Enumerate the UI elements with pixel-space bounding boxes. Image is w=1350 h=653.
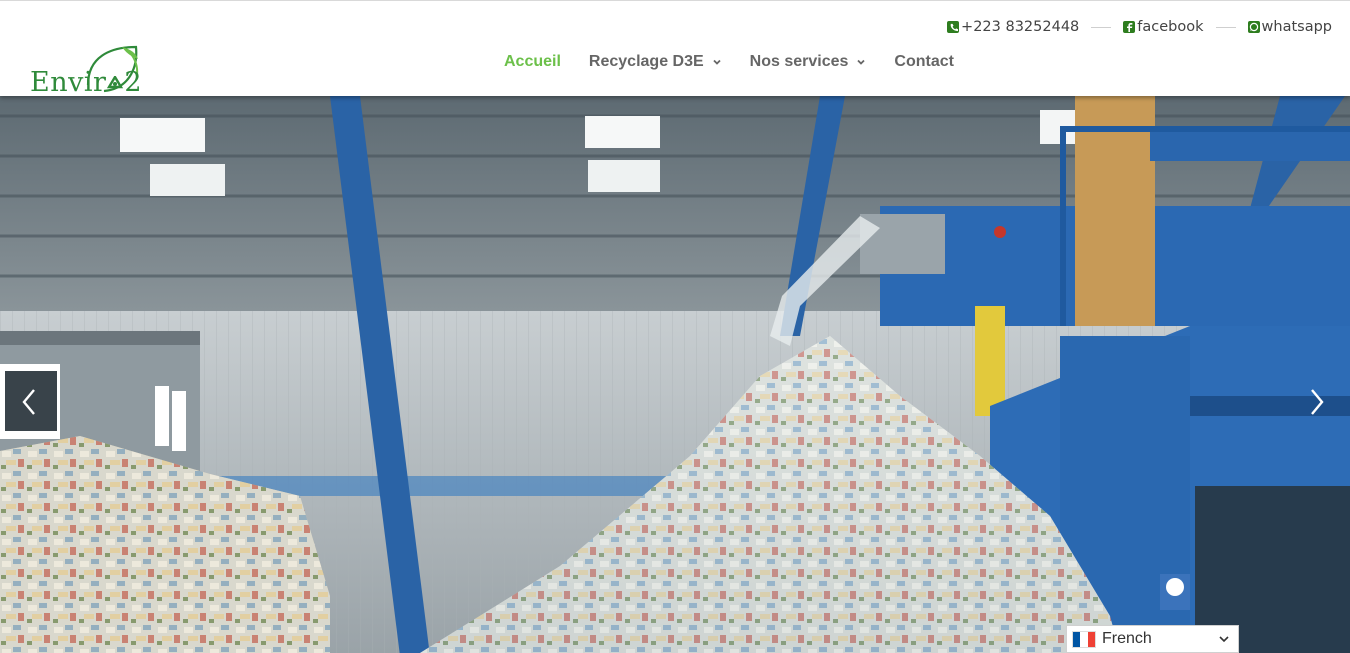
recycle-icon [107, 74, 124, 89]
recycling-warehouse-photo [0, 96, 1350, 653]
topbar-divider [1215, 26, 1236, 28]
hero-slider [0, 96, 1350, 653]
facebook-label: facebook [1137, 19, 1204, 35]
chevron-left-icon[interactable] [16, 384, 44, 420]
facebook-link[interactable]: facebook [1123, 19, 1204, 35]
nav-label: Nos services [749, 53, 849, 70]
chevron-down-icon [713, 59, 721, 65]
chevron-right-icon[interactable] [1302, 384, 1330, 420]
topbar-divider [1091, 26, 1112, 28]
chevron-down-icon [857, 59, 866, 65]
site-header: Envir 2 +223 83252448 facebook whatsapp … [0, 0, 1350, 96]
nav-label: Accueil [504, 53, 561, 70]
facebook-icon [1123, 21, 1136, 33]
whatsapp-label: whatsapp [1261, 19, 1332, 35]
nav-item-contact[interactable]: Contact [880, 53, 968, 71]
nav-label: Contact [894, 53, 954, 70]
phone-number: +223 83252448 [961, 19, 1080, 35]
logo-wordmark: Envir 2 [30, 69, 142, 96]
chevron-down-icon [1219, 636, 1229, 643]
language-label: French [1102, 630, 1152, 647]
france-flag [1072, 630, 1096, 648]
whatsapp-link[interactable]: whatsapp [1247, 19, 1332, 35]
nav-item-accueil[interactable]: Accueil [490, 53, 575, 71]
contact-topbar: +223 83252448 facebook whatsapp [947, 16, 1332, 38]
logo-suffix: 2 [124, 67, 143, 98]
language-selector[interactable]: French [1066, 625, 1239, 653]
site-logo[interactable]: Envir 2 [28, 45, 146, 97]
main-nav: Accueil Recyclage D3E Nos services Conta… [490, 49, 968, 75]
whatsapp-icon [1247, 21, 1260, 33]
nav-label: Recyclage D3E [588, 53, 704, 70]
nav-item-recyclage-d3e[interactable]: Recyclage D3E [575, 53, 736, 71]
logo-text: Envir [30, 67, 107, 98]
nav-item-nos-services[interactable]: Nos services [736, 53, 881, 71]
phone-icon [947, 21, 960, 33]
page: Envir 2 +223 83252448 facebook whatsapp … [0, 0, 1350, 653]
phone-link[interactable]: +223 83252448 [947, 19, 1079, 35]
